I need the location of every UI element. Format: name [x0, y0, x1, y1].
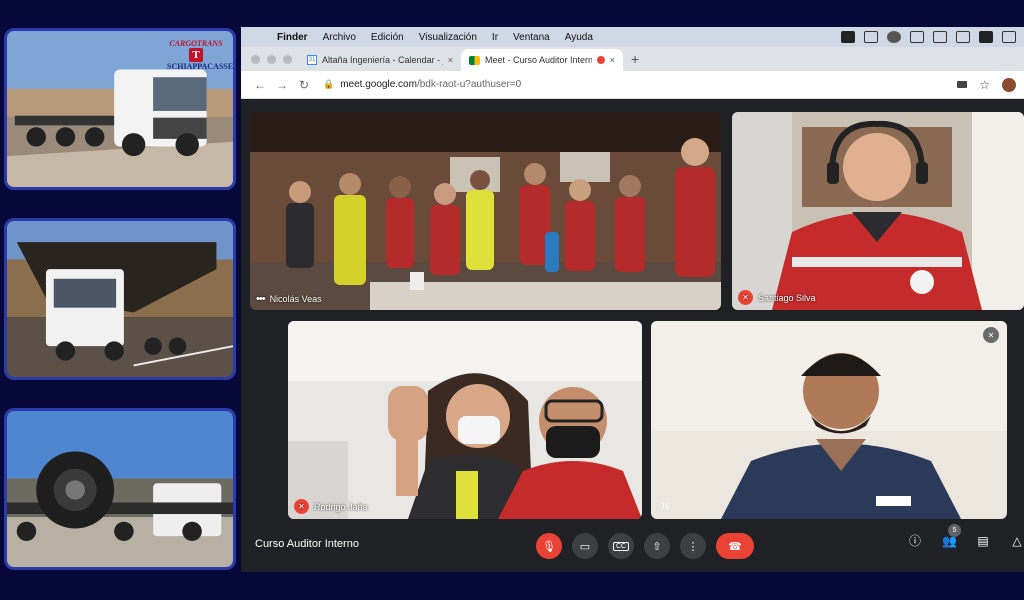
status-icons — [841, 31, 1024, 43]
close-tab-icon[interactable]: × — [448, 55, 453, 65]
mic-off-icon: ✕ — [738, 290, 753, 305]
tab-title: Meet - Curso Auditor Intern — [485, 55, 592, 65]
right-controls: ⓘ 👥 5 ▤ △ — [908, 524, 1024, 548]
reload-button[interactable]: ↻ — [293, 78, 315, 92]
people-count-badge: 5 — [948, 524, 961, 537]
browser-tabstrip: 31 Altaña Ingeniería - Calendar - j × Me… — [241, 47, 1024, 71]
chat-icon[interactable]: ▤ — [976, 534, 990, 548]
photo-giant-tire — [4, 408, 236, 570]
minimize-window-button[interactable] — [267, 55, 276, 64]
video-tile-santiago-silva[interactable]: ✕ Santiago Silva — [732, 112, 1024, 310]
forward-button[interactable]: → — [271, 78, 293, 92]
tab-calendar[interactable]: 31 Altaña Ingeniería - Calendar - j × — [299, 49, 461, 71]
participant-label: ✕ Rodrigo Jaña — [294, 499, 368, 514]
activities-icon[interactable]: △ — [1010, 534, 1024, 548]
more-options-icon[interactable]: ••• — [256, 293, 266, 305]
cloud-icon[interactable] — [887, 31, 901, 43]
menu-visualizacion[interactable]: Visualización — [419, 32, 477, 43]
bluetooth-icon[interactable] — [956, 31, 970, 43]
calendar-favicon-icon: 31 — [307, 55, 317, 65]
meet-favicon-icon — [469, 55, 480, 65]
end-call-button[interactable]: ☎ — [716, 533, 754, 559]
photo-flatbed-truck: CARGOTRANS T SCHIAPPACASSE — [4, 28, 236, 190]
menu-finder[interactable]: Finder — [277, 32, 308, 43]
meeting-title: Curso Auditor Interno — [255, 538, 359, 550]
call-controls-bar: Curso Auditor Interno 🎙 ▭ CC ⇧ ⋮ ☎ ⓘ 👥 5… — [241, 520, 1024, 572]
menu-ventana[interactable]: Ventana — [513, 32, 550, 43]
tab-title: Altaña Ingeniería - Calendar - j — [322, 55, 443, 65]
wifi-icon[interactable] — [1002, 31, 1016, 43]
volume-icon[interactable] — [933, 31, 947, 43]
participant-label: ✕ Santiago Silva — [738, 290, 816, 305]
participant-name: Santiago Silva — [758, 292, 816, 303]
people-button[interactable]: 👥 5 — [942, 524, 961, 548]
profile-avatar[interactable] — [1002, 77, 1016, 92]
new-tab-button[interactable]: + — [631, 51, 639, 67]
center-controls: 🎙 ▭ CC ⇧ ⋮ ☎ — [536, 533, 754, 559]
lock-icon[interactable]: 🔒 — [323, 79, 334, 90]
captions-button[interactable]: CC — [608, 533, 634, 559]
meet-call-area: ••• Nicolás Veas ✕ Santiago Silva ✕ Rodr… — [241, 99, 1024, 572]
back-button[interactable]: ← — [249, 78, 271, 92]
menu-ir[interactable]: Ir — [492, 32, 498, 43]
present-button[interactable]: ⇧ — [644, 533, 670, 559]
recording-dot-icon — [596, 56, 605, 64]
url-field[interactable]: meet.google.com/bdk-raot-u?authuser=0 — [340, 79, 521, 90]
menu-edicion[interactable]: Edición — [371, 32, 404, 43]
participant-name: Nicolás Veas — [269, 294, 322, 304]
bookmark-star-icon[interactable]: ☆ — [979, 78, 990, 92]
mic-toggle-button[interactable]: 🎙 — [536, 533, 562, 559]
camera-toggle-button[interactable]: ▭ — [572, 533, 598, 559]
photo-mining-truck-bed — [4, 218, 236, 380]
video-tile-nicolas-veas[interactable]: ••• Nicolás Veas — [250, 112, 721, 310]
corner-badge: 16 — [661, 502, 670, 511]
mic-off-icon: ✕ — [983, 327, 999, 343]
menu-ayuda[interactable]: Ayuda — [565, 32, 593, 43]
url-host: meet.google.com — [340, 79, 417, 90]
cargotrans-logo: CARGOTRANS T SCHIAPPACASSE — [167, 39, 234, 71]
more-options-button[interactable]: ⋮ — [680, 533, 706, 559]
window-traffic-lights — [251, 55, 292, 64]
video-tile-rodrigo-jana[interactable]: ✕ Rodrigo Jaña — [288, 321, 642, 519]
video-tile-participant-4[interactable]: ✕ 16 — [651, 321, 1007, 519]
macos-menubar: Finder Archivo Edición Visualización Ir … — [241, 27, 1024, 47]
close-tab-icon[interactable]: × — [610, 55, 615, 65]
menu-archivo[interactable]: Archivo — [323, 32, 356, 43]
dropbox-icon[interactable] — [864, 31, 878, 43]
captions-icon: CC — [612, 541, 630, 551]
mac-screen: Finder Archivo Edición Visualización Ir … — [241, 27, 1024, 572]
battery-icon[interactable] — [979, 31, 993, 43]
maximize-window-button[interactable] — [283, 55, 292, 64]
camera-permission-icon[interactable] — [957, 81, 968, 88]
close-window-button[interactable] — [251, 55, 260, 64]
participant-name: Rodrigo Jaña — [314, 501, 368, 512]
tab-meet[interactable]: Meet - Curso Auditor Intern × — [461, 49, 623, 71]
url-path: /bdk-raot-u?authuser=0 — [416, 79, 522, 90]
address-bar: ← → ↻ 🔒 meet.google.com/bdk-raot-u?authu… — [241, 71, 1024, 99]
meeting-info-icon[interactable]: ⓘ — [908, 534, 922, 548]
app-status-icon[interactable] — [841, 31, 855, 43]
participant-label: ••• Nicolás Veas — [256, 293, 322, 305]
mic-off-icon: ✕ — [294, 499, 309, 514]
vpn-icon[interactable] — [910, 31, 924, 43]
